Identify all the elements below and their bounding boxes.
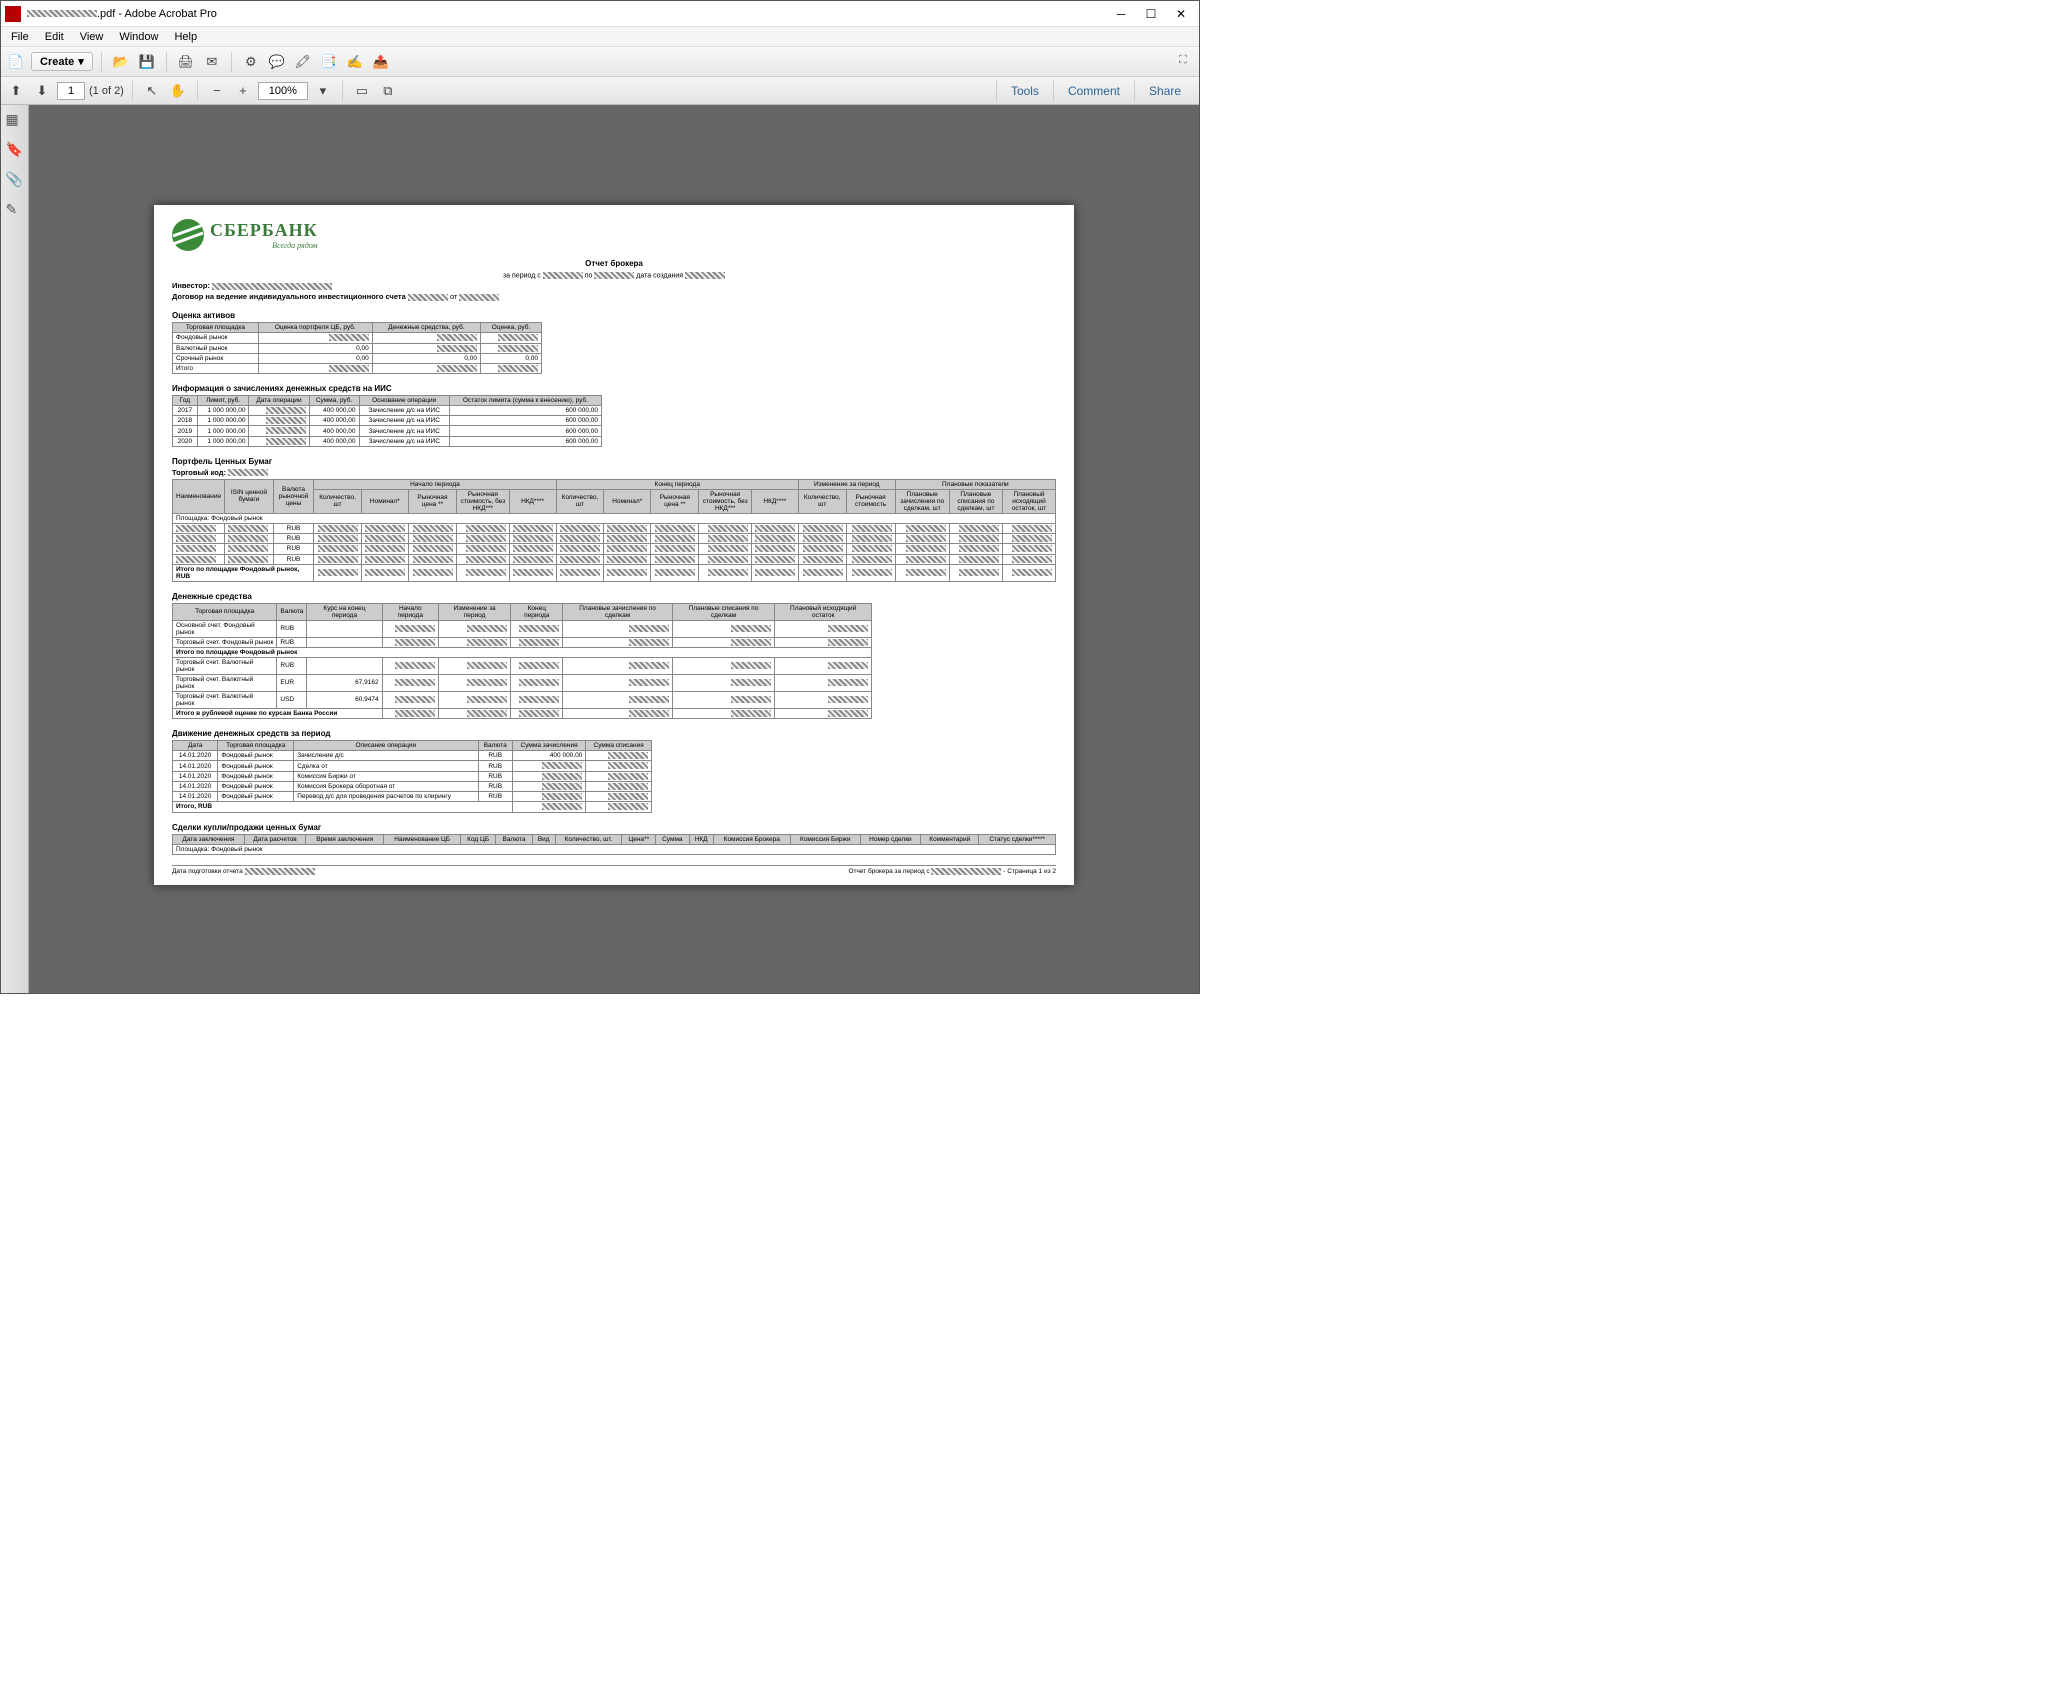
toolbar-nav: ⬆ ⬇ (1 of 2) ↖ ✋ − + ▾ ▭ ⧉ Tools Comment… [1, 77, 1199, 105]
fit-width-icon[interactable]: ⧉ [377, 80, 399, 102]
tools-link[interactable]: Tools [996, 80, 1053, 102]
menu-window[interactable]: Window [111, 29, 166, 45]
menubar: File Edit View Window Help [1, 27, 1199, 47]
attachments-icon[interactable]: 📎 [6, 171, 24, 189]
menu-help[interactable]: Help [166, 29, 205, 45]
create-label: Create [40, 56, 74, 68]
fullscreen-icon[interactable]: ⛶ [1179, 54, 1195, 70]
portfolio-table: НаименованиеISIN ценной бумагиВалюта рын… [172, 479, 1056, 582]
zoom-in-icon[interactable]: + [232, 80, 254, 102]
section-cash: Денежные средства [172, 592, 1056, 601]
investor-line: Инвестор: [172, 281, 1056, 290]
sidebar: ▦ 🔖 📎 ✎ [1, 105, 29, 993]
comment-bubble-icon[interactable]: 💬 [266, 51, 288, 73]
trade-code: Торговый код: [172, 468, 1056, 477]
share-link[interactable]: Share [1134, 80, 1195, 102]
app-window: .pdf - Adobe Acrobat Pro ─ ☐ ✕ File Edit… [0, 0, 1200, 994]
stamp-icon[interactable]: 📑 [318, 51, 340, 73]
email-icon[interactable]: ✉ [201, 51, 223, 73]
report-title: Отчет брокера [172, 259, 1056, 268]
close-button[interactable]: ✕ [1167, 5, 1195, 23]
page-of-label: (1 of 2) [89, 85, 124, 97]
toolbar-primary: 📄 Create ▾ 📂 💾 🖨 ✉ ⚙ 💬 🖍 📑 ✍ 📤 ⛶ [1, 47, 1199, 77]
logo-mark-icon [172, 219, 204, 251]
create-button[interactable]: Create ▾ [31, 52, 93, 71]
pdf-page: СБЕРБАНК Всегда рядом Отчет брокера за п… [154, 205, 1074, 885]
moves-table: ДатаТорговая площадкаОписание операцииВа… [172, 740, 652, 812]
page-down-icon[interactable]: ⬇ [31, 80, 53, 102]
section-assets: Оценка активов [172, 311, 1056, 320]
zoom-input[interactable] [258, 82, 308, 100]
titlebar: .pdf - Adobe Acrobat Pro ─ ☐ ✕ [1, 1, 1199, 27]
zoom-out-icon[interactable]: − [206, 80, 228, 102]
assets-table: Торговая площадкаОценка портфеля ЦБ, руб… [172, 322, 542, 374]
print-icon[interactable]: 🖨 [175, 51, 197, 73]
section-moves: Движение денежных средств за период [172, 729, 1056, 738]
hand-icon[interactable]: ✋ [167, 80, 189, 102]
signatures-icon[interactable]: ✎ [6, 201, 24, 219]
open-icon[interactable]: 📂 [110, 51, 132, 73]
page-up-icon[interactable]: ⬆ [5, 80, 27, 102]
export-icon[interactable]: 📤 [370, 51, 392, 73]
bank-logo: СБЕРБАНК Всегда рядом [172, 219, 318, 251]
menu-edit[interactable]: Edit [37, 29, 72, 45]
cash-table: Торговая площадкаВалютаКурс на конец пер… [172, 603, 872, 719]
highlight-icon[interactable]: 🖍 [292, 51, 314, 73]
pdf-icon[interactable]: 📄 [5, 51, 27, 73]
bookmarks-icon[interactable]: 🔖 [6, 141, 24, 159]
deposits-table: ГодЛимит, руб.Дата операцииСумма, руб.Ос… [172, 395, 602, 447]
report-subtitle: за период с по дата создания [172, 272, 1056, 279]
app-icon [5, 6, 21, 22]
section-portfolio: Портфель Ценных Бумаг [172, 457, 1056, 466]
gear-icon[interactable]: ⚙ [240, 51, 262, 73]
window-title: .pdf - Adobe Acrobat Pro [97, 8, 1107, 20]
page-number-input[interactable] [57, 82, 85, 100]
menu-file[interactable]: File [3, 29, 37, 45]
contract-line: Договор на ведение индивидуального инвес… [172, 292, 1056, 301]
deals-table: Дата заключенияДата расчетовВремя заключ… [172, 834, 1056, 855]
minimize-button[interactable]: ─ [1107, 5, 1135, 23]
page-footer: Дата подготовки отчета Отчет брокера за … [172, 865, 1056, 875]
maximize-button[interactable]: ☐ [1137, 5, 1165, 23]
logo-name: СБЕРБАНК [210, 220, 318, 241]
section-deposits: Информация о зачислениях денежных средст… [172, 384, 1056, 393]
document-viewer[interactable]: СБЕРБАНК Всегда рядом Отчет брокера за п… [29, 105, 1199, 993]
logo-tagline: Всегда рядом [210, 241, 318, 250]
sign-icon[interactable]: ✍ [344, 51, 366, 73]
section-deals: Сделки купли/продажи ценных бумаг [172, 823, 1056, 832]
comment-link[interactable]: Comment [1053, 80, 1134, 102]
main-area: ▦ 🔖 📎 ✎ СБЕРБАНК Всегда рядом Отчет брок… [1, 105, 1199, 993]
fit-page-icon[interactable]: ▭ [351, 80, 373, 102]
thumbnails-icon[interactable]: ▦ [6, 111, 24, 129]
zoom-dropdown-icon[interactable]: ▾ [312, 80, 334, 102]
file-name-redacted [27, 10, 97, 17]
pointer-icon[interactable]: ↖ [141, 80, 163, 102]
save-icon[interactable]: 💾 [136, 51, 158, 73]
menu-view[interactable]: View [72, 29, 112, 45]
